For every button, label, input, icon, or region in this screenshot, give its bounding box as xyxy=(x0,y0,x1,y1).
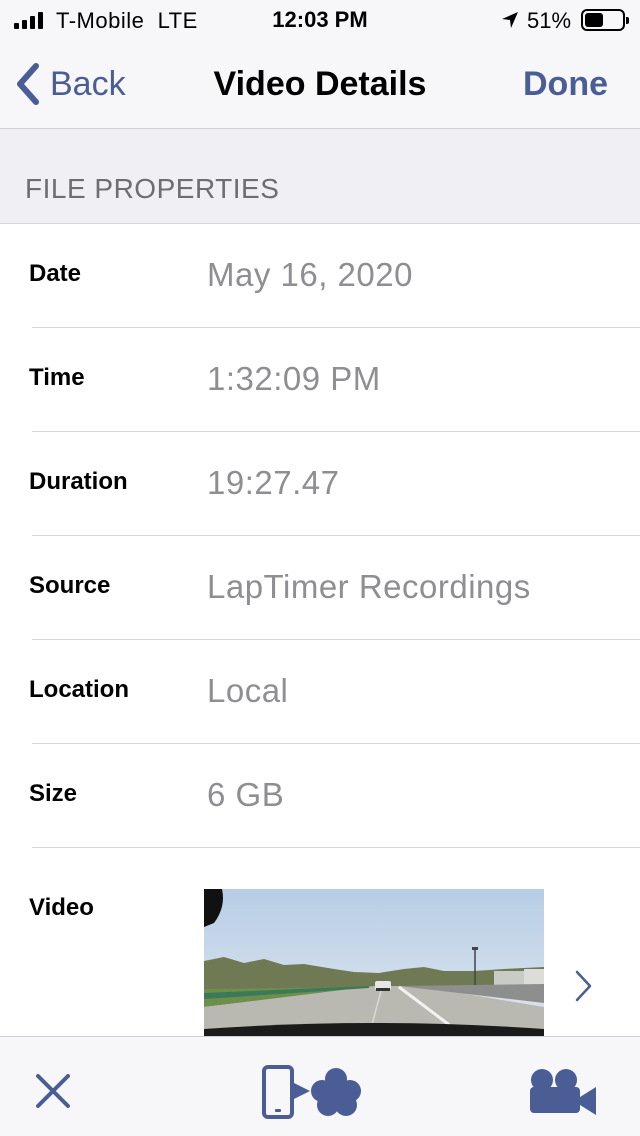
navigation-bar: Back Video Details Done xyxy=(0,40,640,129)
property-label: Location xyxy=(29,676,129,703)
property-label: Time xyxy=(29,364,85,391)
battery-icon xyxy=(581,9,629,31)
property-value: 6 GB xyxy=(207,776,285,813)
property-row-duration: Duration 19:27.47 xyxy=(0,432,640,536)
property-row-source: Source LapTimer Recordings xyxy=(0,536,640,640)
section-header-label: FILE PROPERTIES xyxy=(25,173,280,204)
property-label: Video xyxy=(29,894,94,921)
chevron-right-icon[interactable] xyxy=(572,969,594,1003)
done-button[interactable]: Done xyxy=(523,65,608,104)
video-thumbnail[interactable] xyxy=(204,889,544,1036)
property-value: Local xyxy=(207,672,289,709)
property-label: Date xyxy=(29,260,82,287)
section-header: FILE PROPERTIES xyxy=(0,129,640,224)
battery-percent: 51% xyxy=(527,8,572,33)
property-value: 1:32:09 PM xyxy=(207,360,381,397)
property-value: LapTimer Recordings xyxy=(207,568,531,605)
properties-list: Date May 16, 2020 Time 1:32:09 PM Durati… xyxy=(0,224,640,848)
property-value: 19:27.47 xyxy=(207,464,340,501)
property-row-time: Time 1:32:09 PM xyxy=(0,328,640,432)
location-arrow-icon xyxy=(502,12,518,28)
bottom-toolbar xyxy=(0,1036,640,1136)
close-icon[interactable] xyxy=(34,1072,72,1110)
property-row-location: Location Local xyxy=(0,640,640,744)
property-label: Size xyxy=(29,780,78,807)
property-label: Duration xyxy=(29,468,128,495)
status-bar: T-Mobile LTE 12:03 PM 51% xyxy=(0,0,640,40)
property-row-size: Size 6 GB xyxy=(0,744,640,848)
property-row-video[interactable]: Video xyxy=(0,848,640,1036)
phone-to-cloud-icon[interactable] xyxy=(260,1063,366,1121)
property-label: Source xyxy=(29,572,111,599)
video-camera-icon[interactable] xyxy=(528,1067,598,1119)
property-value: May 16, 2020 xyxy=(207,256,413,293)
property-row-date: Date May 16, 2020 xyxy=(0,224,640,328)
